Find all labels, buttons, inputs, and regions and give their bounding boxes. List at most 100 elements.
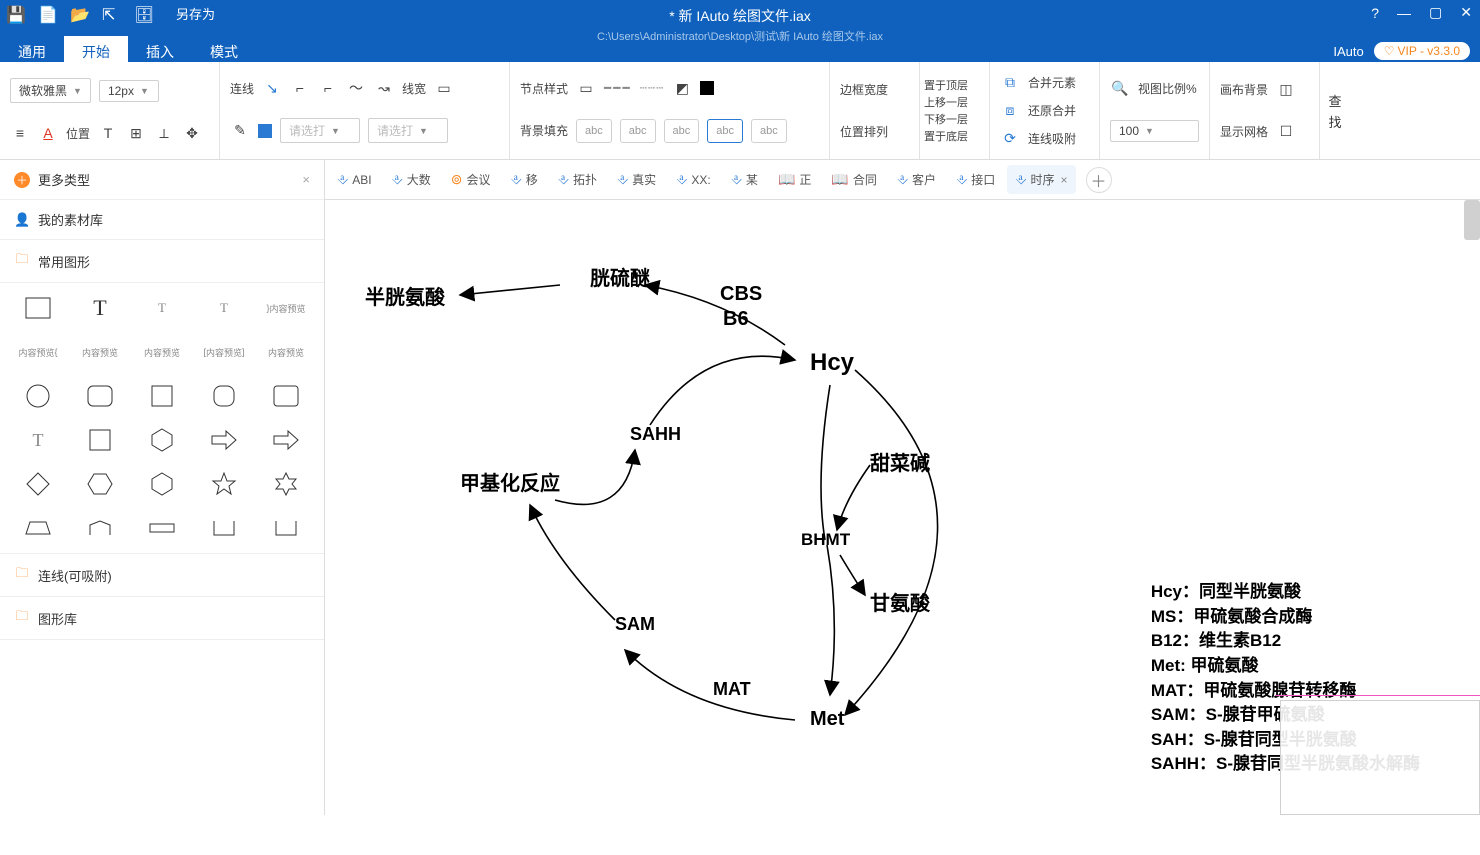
abc-btn-3[interactable]: abc <box>664 119 700 143</box>
shape-text-sm1[interactable]: T <box>134 291 190 325</box>
shape-brace-r[interactable]: }内容预览 <box>258 291 314 325</box>
merge-icon[interactable]: ⧉ <box>1000 72 1020 92</box>
fontcolor-icon[interactable]: A <box>38 123 58 143</box>
doctab-12[interactable]: ⎀时序× <box>1007 165 1075 194</box>
doctab-3[interactable]: ⎀移 <box>503 165 546 194</box>
shape-roundrect[interactable] <box>72 379 128 413</box>
maximize-icon[interactable]: ▢ <box>1429 4 1442 21</box>
shape-brace-top[interactable]: 内容预览 <box>72 335 128 369</box>
doctab-6[interactable]: ⎀XX: <box>668 165 719 194</box>
abc-btn-1[interactable]: abc <box>576 119 612 143</box>
shape-diamond[interactable] <box>10 467 66 501</box>
restore-icon[interactable]: ⧈ <box>1000 100 1020 120</box>
shape-text2[interactable]: T <box>10 423 66 457</box>
abc-btn-2[interactable]: abc <box>620 119 656 143</box>
select2[interactable]: 请选打▼ <box>368 118 448 143</box>
stack-bottom[interactable]: 置于底层 <box>924 128 985 144</box>
minimize-icon[interactable]: — <box>1397 5 1411 21</box>
posarrange-label[interactable]: 位置排列 <box>840 123 909 140</box>
shape-roundrect2[interactable] <box>258 379 314 413</box>
shape-roundsq[interactable] <box>196 379 252 413</box>
distribute-h-icon[interactable]: ⊞ <box>126 123 146 143</box>
doctab-10[interactable]: ⎀客户 <box>889 165 944 194</box>
open-icon[interactable]: 📂 <box>70 5 88 23</box>
fontsize-select[interactable]: 12px▼ <box>99 80 159 102</box>
linecolor-icon[interactable] <box>258 124 272 138</box>
sidebar-common[interactable]: 🗀 常用图形 <box>0 240 324 283</box>
merge-label[interactable]: 合并元素 <box>1028 74 1076 91</box>
snap-icon[interactable]: ⟳ <box>1000 129 1020 149</box>
stack-down[interactable]: 下移一层 <box>924 111 985 127</box>
shape-circle[interactable] <box>10 379 66 413</box>
vip-button[interactable]: ♡ VIP - v3.3.0 <box>1374 42 1470 60</box>
doctab-0[interactable]: ⎀ABI <box>329 165 380 194</box>
dash2[interactable]: ┄┄┄ <box>640 81 665 95</box>
canvasbg-label[interactable]: 画布背景 <box>1220 81 1268 98</box>
line2-icon[interactable]: ⌐ <box>290 78 310 98</box>
shape-underline[interactable]: 内容预览 <box>258 335 314 369</box>
abc-btn-5[interactable]: abc <box>751 119 787 143</box>
shape-text[interactable]: T <box>72 291 128 325</box>
line3-icon[interactable]: ⌐ <box>318 78 338 98</box>
shape-brace-bot[interactable]: 内容预览 <box>134 335 190 369</box>
shape-pent[interactable] <box>72 511 128 545</box>
shape-bracket[interactable]: [内容预览] <box>196 335 252 369</box>
new-icon[interactable]: 📄 <box>38 5 56 23</box>
text-tool-icon[interactable]: T <box>98 123 118 143</box>
sidebar-more[interactable]: ＋ 更多类型 × <box>0 160 324 200</box>
line1-icon[interactable]: ↘ <box>262 78 282 98</box>
sidebar-gallery[interactable]: 🗀 图形库 <box>0 597 324 640</box>
shape-heptagon2[interactable] <box>134 467 190 501</box>
shape-star[interactable] <box>196 467 252 501</box>
help-icon[interactable]: ? <box>1371 5 1379 21</box>
shape-rect[interactable] <box>10 291 66 325</box>
minimap[interactable] <box>1280 700 1480 815</box>
borderwidth-label[interactable]: 边框宽度 <box>840 81 909 98</box>
search-button[interactable]: 查 找 <box>1320 62 1350 159</box>
position-label[interactable]: 位置 <box>66 125 90 142</box>
sidebar-lines[interactable]: 🗀 连线(可吸附) <box>0 553 324 597</box>
line4-icon[interactable]: 〜 <box>346 78 366 98</box>
grid-toggle[interactable]: ☐ <box>1276 122 1296 142</box>
stack-top[interactable]: 置于顶层 <box>924 77 985 93</box>
export-icon[interactable]: ⇱ <box>102 5 120 23</box>
dash1[interactable]: ━━━ <box>604 81 632 95</box>
db-icon[interactable]: 🗄 <box>134 5 152 23</box>
shape-text-sm2[interactable]: T <box>196 291 252 325</box>
zoom-select[interactable]: 100▼ <box>1110 120 1199 142</box>
nodestyle-sel[interactable]: ▭ <box>576 78 596 98</box>
shape-sq2[interactable] <box>72 423 128 457</box>
doctab-5[interactable]: ⎀真实 <box>609 165 664 194</box>
fill-icon[interactable]: ◩ <box>672 78 692 98</box>
shape-heptagon[interactable] <box>134 423 190 457</box>
move-icon[interactable]: ✥ <box>182 123 202 143</box>
shape-hexagon[interactable] <box>72 467 128 501</box>
doctab-4[interactable]: ⎀拓扑 <box>550 165 605 194</box>
doctab-1[interactable]: ⎀大数 <box>384 165 439 194</box>
sidebar-mylib[interactable]: 👤 我的素材库 <box>0 200 324 240</box>
add-tab-button[interactable]: ＋ <box>1086 167 1112 193</box>
canvas[interactable]: 胱硫醚 半胱氨酸 CBS B6 Hcy 甜菜碱 BHMT 甘氨酸 Met MAT… <box>325 200 1480 815</box>
shape-openrect[interactable] <box>196 511 252 545</box>
shape-labelrect[interactable] <box>134 511 190 545</box>
close-icon[interactable]: × <box>1061 173 1068 187</box>
line5-icon[interactable]: ↝ <box>374 78 394 98</box>
shape-star6[interactable] <box>258 467 314 501</box>
doctab-9[interactable]: 📖合同 <box>823 165 884 194</box>
align-icon[interactable]: ≡ <box>10 123 30 143</box>
shape-square[interactable] <box>134 379 190 413</box>
select1[interactable]: 请选打▼ <box>280 118 360 143</box>
showgrid-label[interactable]: 显示网格 <box>1220 123 1268 140</box>
shape-trap[interactable] <box>10 511 66 545</box>
shape-arrow2[interactable] <box>258 423 314 457</box>
pencil-icon[interactable]: ✎ <box>230 121 250 141</box>
doctab-2[interactable]: ⊚会议 <box>443 165 499 194</box>
linewidth-sel[interactable]: ▭ <box>434 78 454 98</box>
abc-btn-4[interactable]: abc <box>707 119 743 143</box>
font-select[interactable]: 微软雅黑▼ <box>10 78 91 103</box>
doctab-8[interactable]: 📖正 <box>770 165 819 194</box>
doctab-11[interactable]: ⎀接口 <box>948 165 1003 194</box>
fill-black[interactable] <box>700 81 714 95</box>
close-icon[interactable]: ✕ <box>1460 4 1472 21</box>
close-icon[interactable]: × <box>302 172 310 187</box>
